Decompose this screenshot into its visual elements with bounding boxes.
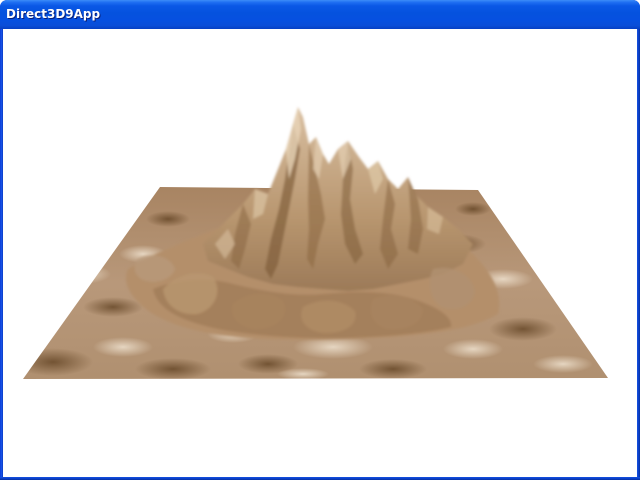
render-viewport[interactable] [3, 29, 637, 477]
title-bar[interactable]: Direct3D9App [0, 0, 640, 29]
window-title: Direct3D9App [6, 7, 101, 21]
terrain-render [23, 107, 608, 379]
app-window: Direct3D9App [0, 0, 640, 480]
